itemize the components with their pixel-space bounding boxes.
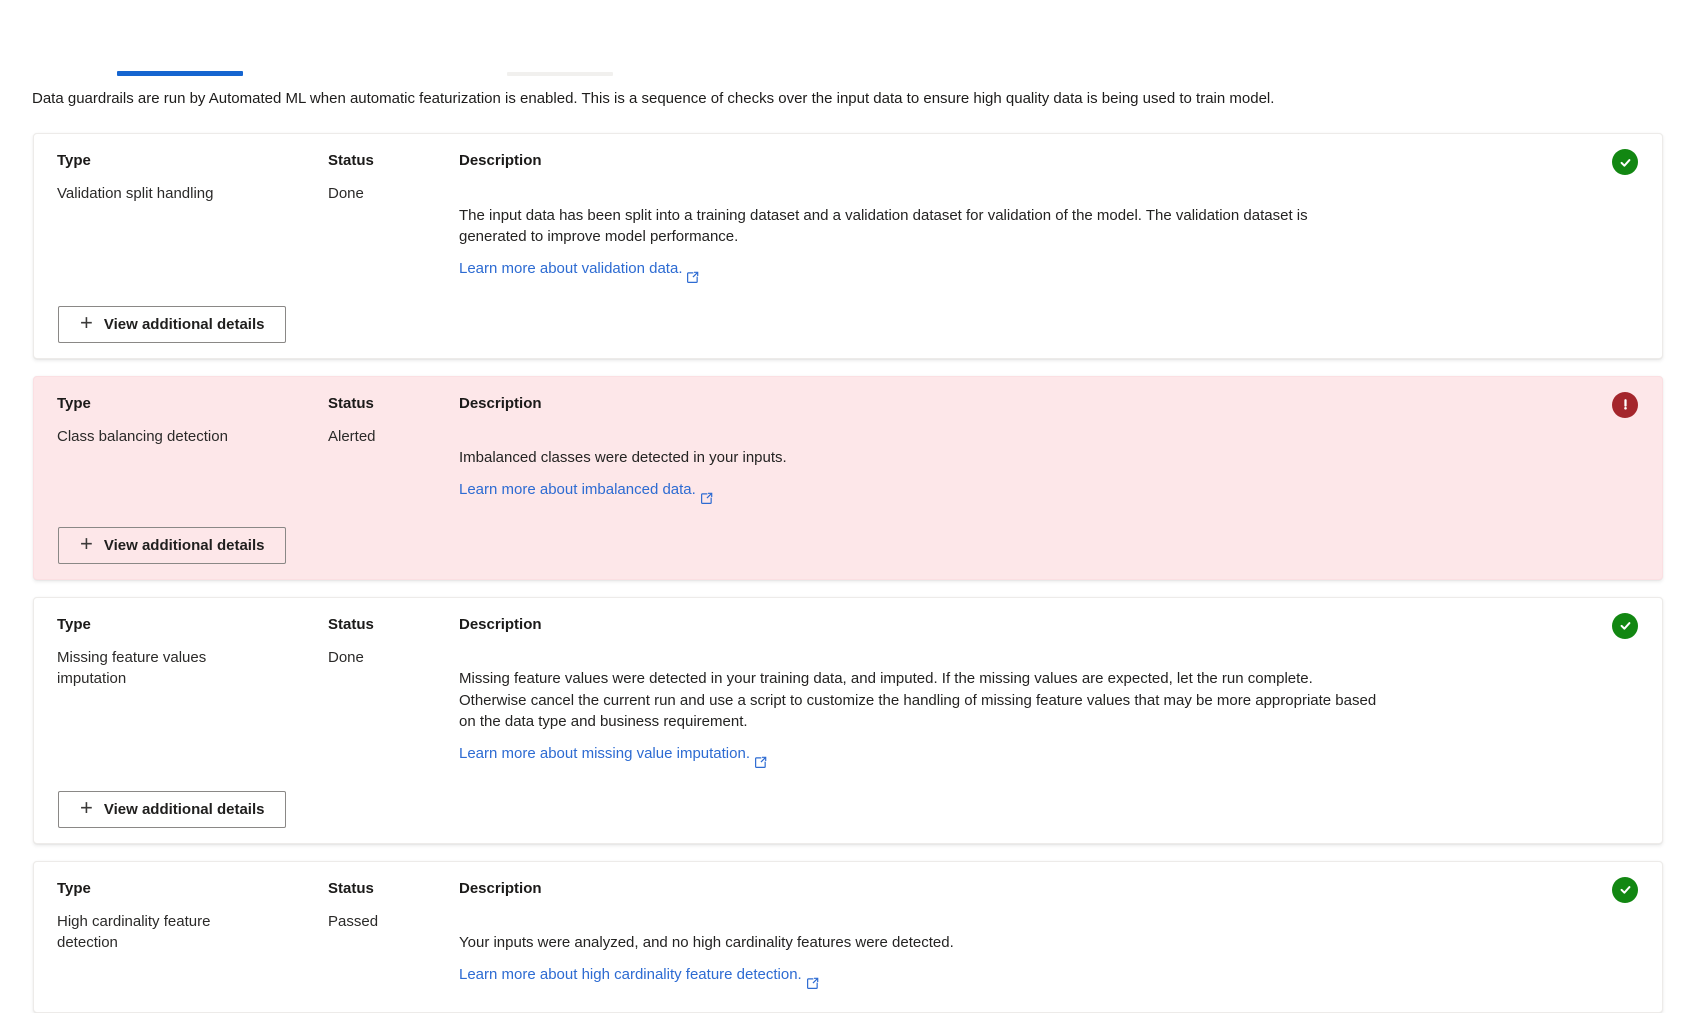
button-label: View additional details bbox=[104, 537, 265, 554]
success-check-icon bbox=[1612, 613, 1638, 639]
plus-icon: + bbox=[80, 533, 93, 555]
status-column-header: Status bbox=[328, 616, 459, 647]
data-guardrails-page: { "page": { "intro": "Data guardrails ar… bbox=[0, 0, 1694, 954]
guardrail-card-list: Type Status Description Validation split… bbox=[33, 133, 1663, 1013]
tab-strip bbox=[0, 0, 1694, 76]
external-link-icon bbox=[806, 954, 819, 997]
guardrail-description: The input data has been split into a tra… bbox=[459, 183, 1439, 291]
guardrail-card-validation-split: Type Status Description Validation split… bbox=[33, 133, 1663, 359]
link-text: Learn more about missing value imputatio… bbox=[459, 743, 750, 765]
description-column-header: Description bbox=[459, 616, 1439, 647]
guardrail-status: Done bbox=[328, 183, 459, 291]
guardrail-type: Missing feature values imputation bbox=[57, 647, 328, 776]
card-grid: Type Status Description Validation split… bbox=[57, 152, 1592, 291]
page-description: Data guardrails are run by Automated ML … bbox=[32, 89, 1662, 109]
description-column-header: Description bbox=[459, 152, 1439, 183]
external-link-icon bbox=[754, 733, 767, 776]
description-text: Missing feature values were detected in … bbox=[459, 670, 1376, 730]
external-link-icon bbox=[700, 469, 713, 512]
learn-more-link[interactable]: Learn more about high cardinality featur… bbox=[459, 954, 819, 997]
button-label: View additional details bbox=[104, 801, 265, 818]
guardrail-type: Class balancing detection bbox=[57, 426, 328, 512]
learn-more-link[interactable]: Learn more about missing value imputatio… bbox=[459, 733, 767, 776]
description-column-header: Description bbox=[459, 395, 1439, 426]
type-column-header: Type bbox=[57, 152, 328, 183]
card-grid: Type Status Description Missing feature … bbox=[57, 616, 1592, 776]
description-text: The input data has been split into a tra… bbox=[459, 207, 1308, 246]
view-additional-details-button[interactable]: + View additional details bbox=[58, 306, 286, 343]
link-text: Learn more about validation data. bbox=[459, 258, 682, 280]
description-column-header: Description bbox=[459, 880, 1439, 911]
plus-icon: + bbox=[80, 312, 93, 334]
guardrail-card-missing-values: Type Status Description Missing feature … bbox=[33, 597, 1663, 844]
button-label: View additional details bbox=[104, 316, 265, 333]
view-additional-details-button[interactable]: + View additional details bbox=[58, 527, 286, 564]
link-text: Learn more about high cardinality featur… bbox=[459, 964, 802, 986]
guardrail-card-class-balancing: Type Status Description Class balancing … bbox=[33, 376, 1663, 580]
type-column-header: Type bbox=[57, 395, 328, 426]
card-grid: Type Status Description High cardinality… bbox=[57, 880, 1592, 997]
inactive-tab-indicator[interactable] bbox=[507, 72, 613, 76]
guardrail-card-high-cardinality: Type Status Description High cardinality… bbox=[33, 861, 1663, 1013]
guardrail-description: Missing feature values were detected in … bbox=[459, 647, 1439, 776]
learn-more-link[interactable]: Learn more about validation data. bbox=[459, 248, 699, 291]
plus-icon: + bbox=[80, 797, 93, 819]
description-text: Your inputs were analyzed, and no high c… bbox=[459, 934, 954, 951]
success-check-icon bbox=[1612, 149, 1638, 175]
success-check-icon bbox=[1612, 877, 1638, 903]
guardrail-description: Imbalanced classes were detected in your… bbox=[459, 426, 1439, 512]
status-column-header: Status bbox=[328, 152, 459, 183]
view-additional-details-button[interactable]: + View additional details bbox=[58, 791, 286, 828]
alert-exclamation-icon bbox=[1612, 392, 1638, 418]
description-text: Imbalanced classes were detected in your… bbox=[459, 449, 787, 466]
guardrail-status: Done bbox=[328, 647, 459, 776]
active-tab-indicator[interactable] bbox=[117, 71, 243, 76]
type-column-header: Type bbox=[57, 616, 328, 647]
status-column-header: Status bbox=[328, 395, 459, 426]
external-link-icon bbox=[686, 248, 699, 291]
guardrail-status: Alerted bbox=[328, 426, 459, 512]
status-column-header: Status bbox=[328, 880, 459, 911]
card-grid: Type Status Description Class balancing … bbox=[57, 395, 1592, 512]
guardrail-type: Validation split handling bbox=[57, 183, 328, 291]
type-column-header: Type bbox=[57, 880, 328, 911]
learn-more-link[interactable]: Learn more about imbalanced data. bbox=[459, 469, 713, 512]
link-text: Learn more about imbalanced data. bbox=[459, 479, 696, 501]
